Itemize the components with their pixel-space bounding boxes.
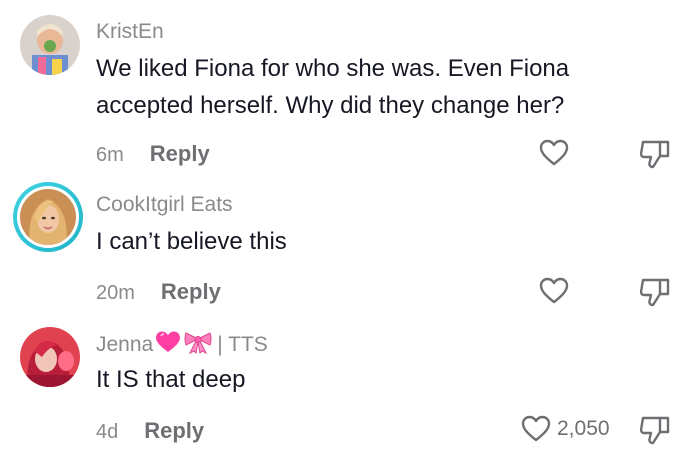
reply-button[interactable]: Reply bbox=[150, 141, 210, 167]
comment-time: 6m bbox=[96, 144, 124, 166]
comment-item: KristEn We liked Fiona for who she was. … bbox=[0, 0, 700, 180]
thumbs-down-icon bbox=[639, 278, 670, 307]
like-button[interactable] bbox=[539, 139, 569, 167]
comment-meta: 20m Reply bbox=[96, 279, 221, 305]
heart-icon bbox=[539, 139, 569, 166]
like-button[interactable] bbox=[539, 277, 569, 305]
thumbs-down-icon bbox=[639, 140, 670, 169]
pink-heart-emoji bbox=[155, 330, 181, 360]
comment-time: 20m bbox=[96, 282, 135, 304]
username[interactable]: KristEn bbox=[96, 20, 164, 44]
username[interactable]: Jenna | TTS bbox=[96, 330, 268, 360]
avatar[interactable] bbox=[20, 15, 80, 75]
dislike-button[interactable] bbox=[638, 414, 672, 451]
dislike-button[interactable] bbox=[638, 138, 672, 175]
dislike-button[interactable] bbox=[638, 276, 672, 313]
username-suffix: | TTS bbox=[217, 333, 268, 356]
like-button[interactable]: 2,050 bbox=[521, 415, 610, 443]
like-count: 2,050 bbox=[557, 417, 610, 440]
avatar[interactable] bbox=[20, 327, 80, 387]
heart-icon bbox=[539, 277, 569, 304]
username-text: Jenna bbox=[96, 333, 154, 356]
comment-meta: 6m Reply bbox=[96, 141, 210, 167]
comment-item: CookItgirl Eats I can’t believe this 20m… bbox=[0, 180, 700, 320]
reply-button[interactable]: Reply bbox=[144, 418, 204, 444]
reply-button[interactable]: Reply bbox=[161, 279, 221, 305]
comment-time: 4d bbox=[96, 421, 119, 443]
comment-text: We liked Fiona for who she was. Even Fio… bbox=[96, 55, 570, 119]
comment-text: It IS that deep bbox=[96, 366, 246, 393]
avatar[interactable] bbox=[13, 182, 83, 252]
comment-text: I can’t believe this bbox=[96, 228, 287, 255]
username[interactable]: CookItgirl Eats bbox=[96, 193, 233, 217]
comment-item: Jenna | TTS It IS that deep 4d Reply 2,0… bbox=[0, 320, 700, 458]
comment-meta: 4d Reply bbox=[96, 418, 204, 444]
heart-icon bbox=[521, 415, 551, 442]
thumbs-down-icon bbox=[639, 416, 670, 445]
pink-bow-emoji bbox=[183, 330, 213, 360]
